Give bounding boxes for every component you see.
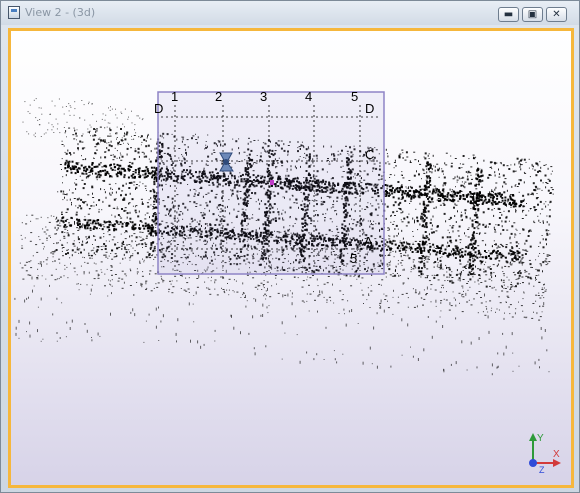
minimize-button[interactable]: ▬ [498, 7, 519, 22]
view-window-icon [8, 6, 20, 19]
grid-column-label: 3 [260, 89, 267, 104]
grid-row-label: A [364, 234, 373, 249]
target-marker-icon [270, 180, 274, 185]
grid-row-label: D [365, 101, 374, 116]
grid-row-label: C [365, 147, 374, 162]
close-icon: ✕ [552, 8, 561, 20]
y-axis-label: Y [537, 433, 544, 444]
title-bar[interactable]: View 2 - (3d) ▬ ▣ ✕ [1, 1, 579, 25]
y-axis-arrow-icon [529, 433, 537, 441]
grid-column-label: 1 [171, 89, 178, 104]
maximize-button[interactable]: ▣ [522, 7, 543, 22]
x-axis-label: X [553, 449, 560, 460]
grid-column-label: 2 [215, 89, 222, 104]
grid-row-label: 5 [350, 251, 357, 266]
maximize-icon: ▣ [527, 8, 538, 20]
window-title: View 2 - (3d) [25, 6, 96, 19]
z-axis-label: Z [539, 465, 545, 475]
grid-column-label: 4 [305, 89, 312, 104]
axis-triad: Y X Z [529, 433, 561, 475]
x-axis-arrow-icon [553, 459, 561, 467]
grid-row-label: D [154, 101, 163, 116]
3d-viewport[interactable]: 1 2 3 4 5 D D C A 5 Y X Z [8, 28, 574, 488]
grid-column-label: 5 [351, 89, 358, 104]
close-button[interactable]: ✕ [546, 7, 567, 22]
z-axis-icon [529, 459, 537, 467]
point-cloud-scene[interactable]: 1 2 3 4 5 D D C A 5 [8, 28, 574, 488]
view-window: View 2 - (3d) ▬ ▣ ✕ 1 2 3 4 5 D D C A 5 … [0, 0, 580, 493]
minimize-icon: ▬ [503, 8, 514, 20]
